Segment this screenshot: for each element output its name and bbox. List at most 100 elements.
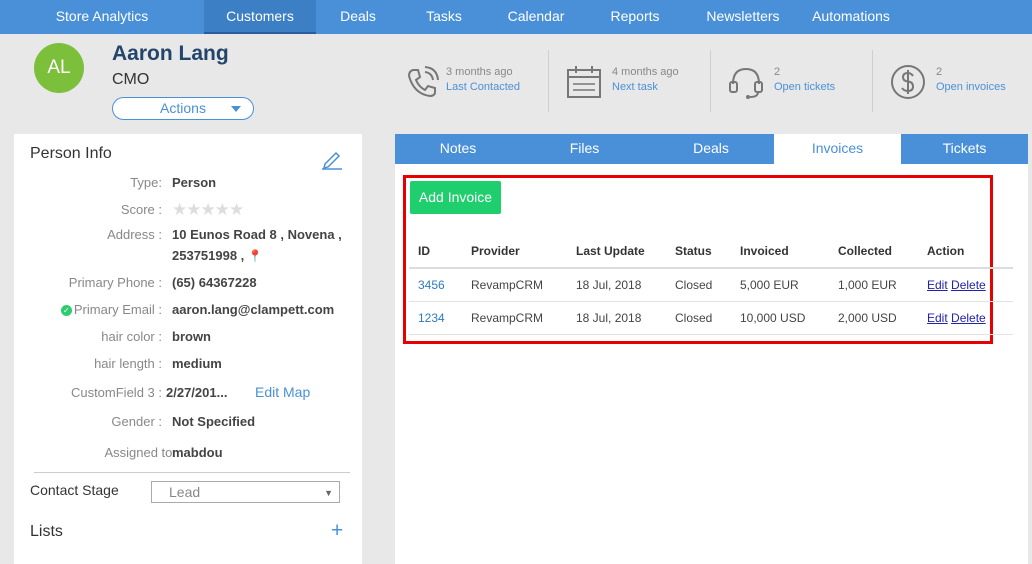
collected-cell: 2,000 USD xyxy=(829,301,918,335)
tab-tickets[interactable]: Tickets xyxy=(901,134,1028,164)
email-value: aaron.lang@clampett.com xyxy=(172,302,335,317)
hair-length-label: hair length : xyxy=(94,356,162,371)
person-info-panel: Person Info Type: Person Score : ★★★★★ A… xyxy=(14,134,362,564)
person-name: Aaron Lang xyxy=(112,42,229,65)
dropdown-arrow-icon: ▼ xyxy=(324,488,333,498)
person-title: CMO xyxy=(112,71,150,88)
address-line2: 253751998 , 📍 xyxy=(172,248,263,263)
provider-cell: RevampCRM xyxy=(462,301,567,335)
contact-stage-label: Contact Stage xyxy=(30,482,119,498)
col-status: Status xyxy=(666,234,731,269)
last-update-cell: 18 Jul, 2018 xyxy=(567,268,666,302)
customfield3-value: 2/27/201... xyxy=(166,385,228,400)
edit-link[interactable]: Edit xyxy=(927,278,948,292)
gender-value: Not Specified xyxy=(172,414,256,429)
hair-color-label: hair color : xyxy=(101,329,162,344)
phone-label: Primary Phone : xyxy=(68,275,162,290)
nav-automations[interactable]: Automations xyxy=(800,0,902,34)
delete-link[interactable]: Delete xyxy=(951,311,986,325)
summary-open-invoices: 2 Open invoices xyxy=(890,50,1030,112)
nav-reports[interactable]: Reports xyxy=(584,0,686,34)
summary-open-tickets: 2 Open tickets xyxy=(728,50,868,112)
table-row: 1234 RevampCRM 18 Jul, 2018 Closed 10,00… xyxy=(409,301,1013,335)
col-action: Action xyxy=(918,234,1013,269)
nav-deals[interactable]: Deals xyxy=(316,0,400,34)
summary-divider xyxy=(710,50,711,112)
address-line1: 10 Eunos Road 8 , Novena , xyxy=(172,227,342,242)
caret-down-icon xyxy=(231,106,241,112)
hair-color-value: brown xyxy=(172,329,211,344)
nav-newsletters[interactable]: Newsletters xyxy=(686,0,800,34)
invoice-id-link[interactable]: 1234 xyxy=(418,311,445,325)
action-cell: Edit Delete xyxy=(918,268,1013,302)
tab-invoices[interactable]: Invoices xyxy=(774,134,901,164)
phone-value: (65) 64367228 xyxy=(172,275,257,290)
email-label: Primary Email : xyxy=(73,302,162,317)
summary-divider xyxy=(548,50,549,112)
gender-label: Gender : xyxy=(111,414,162,429)
calendar-icon xyxy=(567,66,601,98)
open-invoices-link[interactable]: Open invoices xyxy=(936,81,1006,93)
edit-map-link[interactable]: Edit Map xyxy=(255,384,310,400)
star-rating[interactable]: ★★★★★ xyxy=(172,200,244,220)
dollar-icon xyxy=(891,65,925,99)
delete-link[interactable]: Delete xyxy=(951,278,986,292)
action-cell: Edit Delete xyxy=(918,301,1013,335)
person-info-title: Person Info xyxy=(30,145,112,162)
last-update-cell: 18 Jul, 2018 xyxy=(567,301,666,335)
open-tickets-link[interactable]: Open tickets xyxy=(774,81,835,93)
add-invoice-button[interactable]: Add Invoice xyxy=(410,181,501,214)
hair-length-value: medium xyxy=(172,356,222,371)
email-label-wrap: ✓ Primary Email : xyxy=(60,302,162,317)
pencil-icon[interactable] xyxy=(321,148,343,170)
verified-check-icon: ✓ xyxy=(60,305,72,316)
status-cell: Closed xyxy=(666,268,731,302)
contact-stage-select[interactable]: Lead ▼ xyxy=(151,481,340,503)
address-line2-text: 253751998 , xyxy=(172,248,245,263)
open-tickets-count: 2 xyxy=(774,66,781,78)
col-collected: Collected xyxy=(829,234,918,269)
summary-last-contacted: 3 months ago Last Contacted xyxy=(404,50,544,112)
contact-stage-value: Lead xyxy=(169,484,201,500)
avatar: AL xyxy=(34,43,84,93)
nav-store-analytics[interactable]: Store Analytics xyxy=(0,0,204,34)
next-task-link[interactable]: Next task xyxy=(612,81,658,93)
last-contacted-value: 3 months ago xyxy=(446,66,513,78)
col-provider: Provider xyxy=(462,234,567,269)
tab-deals[interactable]: Deals xyxy=(648,134,774,164)
add-list-plus-icon[interactable]: + xyxy=(331,519,343,543)
summary-next-task: 4 months ago Next task xyxy=(566,50,706,112)
score-label: Score : xyxy=(120,202,162,217)
customfield3-label: CustomField 3 : xyxy=(70,385,162,400)
nav-tasks[interactable]: Tasks xyxy=(400,0,488,34)
edit-link[interactable]: Edit xyxy=(927,311,948,325)
provider-cell: RevampCRM xyxy=(462,268,567,302)
headset-icon xyxy=(729,67,763,99)
phone-icon xyxy=(407,66,439,98)
col-id: ID xyxy=(409,234,462,269)
type-value: Person xyxy=(172,175,217,190)
tab-notes[interactable]: Notes xyxy=(395,134,521,164)
nav-calendar[interactable]: Calendar xyxy=(488,0,584,34)
assigned-value: mabdou xyxy=(172,445,223,460)
table-row: 3456 RevampCRM 18 Jul, 2018 Closed 5,000… xyxy=(409,268,1013,302)
map-pin-icon[interactable]: 📍 xyxy=(248,249,263,263)
invoices-table: ID Provider Last Update Status Invoiced … xyxy=(409,234,1013,335)
divider xyxy=(34,472,350,473)
type-label: Type: xyxy=(130,175,162,190)
invoiced-cell: 10,000 USD xyxy=(731,301,829,335)
detail-tabs: Notes Files Deals Invoices Tickets xyxy=(395,134,1028,164)
invoice-id-link[interactable]: 3456 xyxy=(418,278,445,292)
assigned-label: Assigned to: xyxy=(104,445,176,460)
last-contacted-link[interactable]: Last Contacted xyxy=(446,81,520,93)
actions-label: Actions xyxy=(160,100,206,116)
actions-dropdown-button[interactable]: Actions xyxy=(112,97,254,120)
open-invoices-count: 2 xyxy=(936,66,943,78)
collected-cell: 1,000 EUR xyxy=(829,268,918,302)
top-nav: Store Analytics Customers Deals Tasks Ca… xyxy=(0,0,1032,34)
table-header-row: ID Provider Last Update Status Invoiced … xyxy=(409,234,1013,269)
tab-files[interactable]: Files xyxy=(521,134,648,164)
col-last-update: Last Update xyxy=(567,234,666,269)
nav-customers[interactable]: Customers xyxy=(204,0,316,34)
summary-divider xyxy=(872,50,873,112)
